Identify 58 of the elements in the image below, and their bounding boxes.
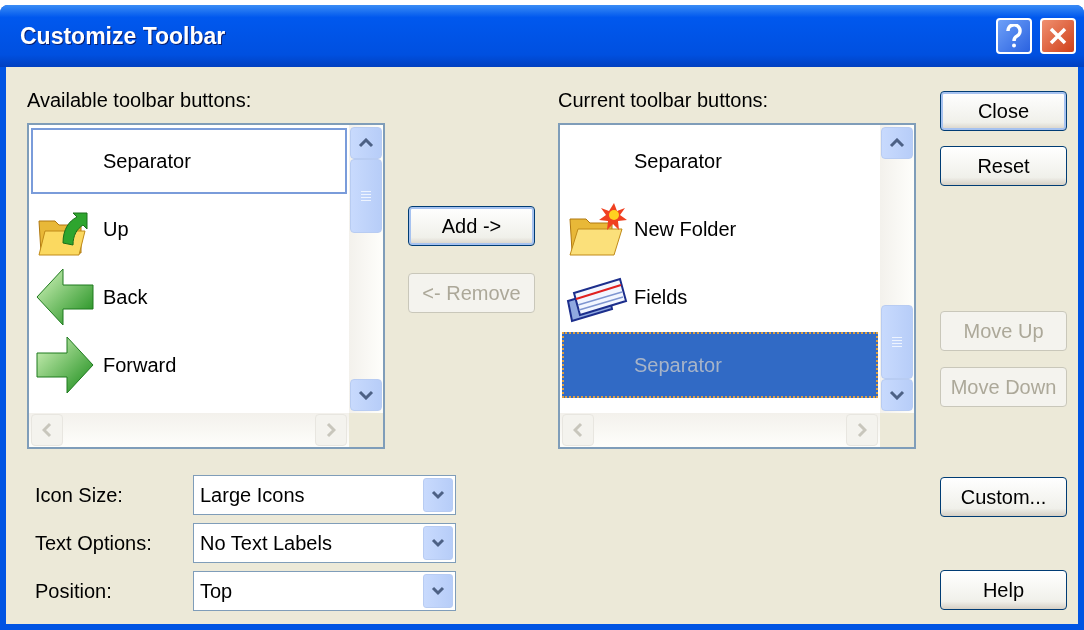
list-box[interactable]: Separator New Folder Fields Separator [558,123,916,449]
down-chevron-icon [431,490,445,500]
vertical-scrollbar[interactable] [349,125,383,413]
scroll-left-button[interactable] [562,414,594,446]
list-label: Available toolbar buttons: [27,88,253,113]
list-item[interactable]: Separator [562,128,878,194]
dialog-button[interactable]: Reset [940,146,1067,186]
dropdown-button[interactable] [423,574,453,608]
list-item[interactable]: Fields [562,264,878,330]
list-item[interactable]: Up [31,196,347,262]
dropdown-button[interactable] [423,478,453,512]
grip-icon [891,336,903,348]
dropdown-button[interactable] [423,526,453,560]
dropdown-field[interactable]: No Text Labels [193,523,456,563]
scroll-down-button[interactable] [350,379,382,411]
down-chevron-icon [358,390,374,400]
window-title: Customize Toolbar [20,22,227,50]
horizontal-scrollbar[interactable] [560,413,880,447]
vertical-scrollbar[interactable] [880,125,914,413]
close-button[interactable] [1040,18,1076,54]
list-item[interactable]: New Folder [562,196,878,262]
horizontal-scrollbar[interactable] [29,413,349,447]
list-label: Current toolbar buttons: [558,88,770,113]
dropdown-field[interactable]: Large Icons [193,475,456,515]
scrollbar-corner [349,413,383,447]
scrollbar-thumb[interactable] [350,159,382,233]
right-chevron-icon [326,422,336,438]
question-mark-icon [1006,24,1022,48]
transfer-button[interactable]: Add -> [408,206,535,246]
down-chevron-icon [431,586,445,596]
field-label: Text Options: [35,531,153,555]
down-chevron-icon [889,390,905,400]
help-button[interactable] [996,18,1032,54]
left-chevron-icon [573,422,583,438]
list-box[interactable]: Separator Up Back Forward [27,123,385,449]
scroll-up-button[interactable] [881,127,913,159]
list-item[interactable]: Forward [31,332,347,398]
close-icon [1048,26,1068,46]
scroll-down-button[interactable] [881,379,913,411]
scroll-up-button[interactable] [350,127,382,159]
dropdown-field[interactable]: Top [193,571,456,611]
field-label: Icon Size: [35,483,124,507]
field-label: Position: [35,579,113,603]
left-arrow-icon [35,266,97,328]
scroll-left-button[interactable] [31,414,63,446]
grip-icon [360,190,372,202]
scrollbar-corner [880,413,914,447]
list-item[interactable]: Separator [31,128,347,194]
dialog-button[interactable]: Close [940,91,1067,131]
up-chevron-icon [889,138,905,148]
scrollbar-thumb[interactable] [881,305,913,379]
up-chevron-icon [358,138,374,148]
dialog-button[interactable]: Custom... [940,477,1067,517]
right-chevron-icon [857,422,867,438]
list-item[interactable]: Back [31,264,347,330]
left-chevron-icon [42,422,52,438]
down-chevron-icon [431,538,445,548]
dialog-button[interactable]: Help [940,570,1067,610]
